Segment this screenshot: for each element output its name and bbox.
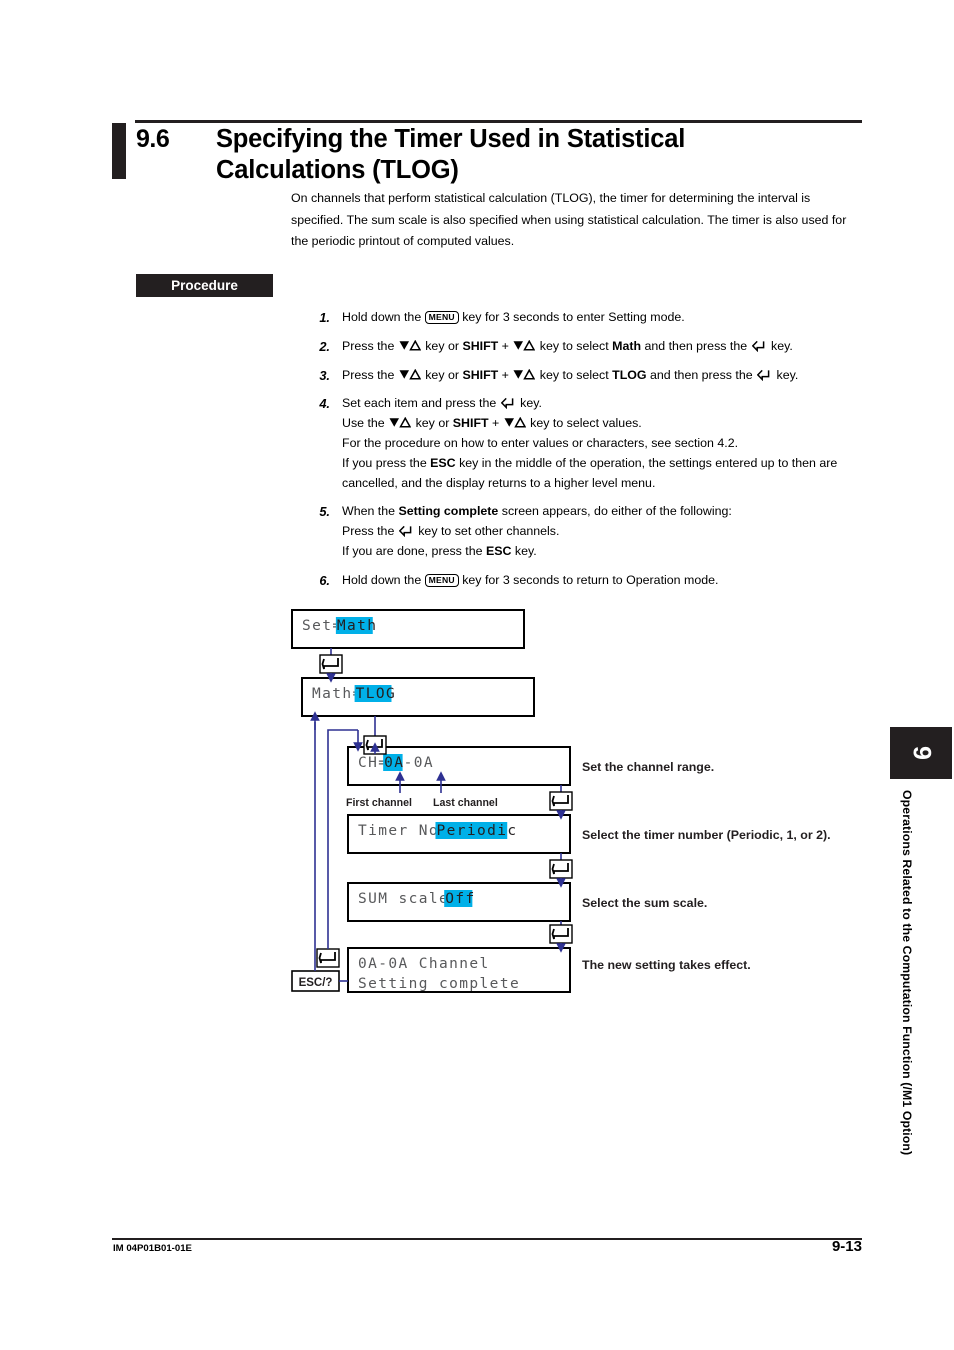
- enter-key-timer-to-sum: [549, 859, 573, 879]
- procedure-step: 3. Press the key or SHIFT + key to select…: [310, 366, 870, 386]
- step-text: Set each item and press the key. Use the …: [342, 396, 838, 490]
- note-timer-number: Select the timer number (Periodic, 1, or…: [582, 828, 831, 842]
- note-setting-effect: The new setting takes effect.: [582, 958, 751, 972]
- enter-key-icon: [500, 398, 514, 410]
- callout-last-channel: Last channel: [433, 797, 498, 809]
- heading-rule: [135, 120, 862, 123]
- screen-math-tlog: Math=TLOG: [301, 677, 535, 717]
- emphasis-text: Math: [612, 338, 642, 353]
- esc-key: ESC/?: [291, 970, 340, 992]
- procedure-step-list: 1. Hold down the MENU key for 3 seconds t…: [310, 308, 870, 600]
- step-text: Hold down the MENU key for 3 seconds to …: [342, 572, 719, 587]
- step-number: 4.: [319, 396, 330, 412]
- emphasis-text: SHIFT: [462, 338, 499, 353]
- screen-label: SUM scale=: [358, 891, 459, 907]
- down-up-triangle-icon: [513, 368, 536, 380]
- emphasis-text: ESC: [485, 543, 512, 558]
- step-number: 5.: [319, 504, 330, 520]
- screen-line: Setting complete: [358, 976, 520, 992]
- section-number: 9.6: [136, 125, 170, 153]
- down-up-triangle-icon: [504, 417, 526, 428]
- setting-flow-diagram: Set= Math Math= TLOG CH= 0A -0A Timer No= Period…: [280, 600, 880, 1000]
- enter-key-done-to-ch: [316, 948, 340, 968]
- emphasis-text: ESC: [430, 455, 456, 470]
- intro-paragraph: On channels that perform statistical cal…: [291, 191, 847, 248]
- screen-setting-complete: 0A-0A Channel Setting complete: [347, 947, 571, 993]
- procedure-badge: Procedure: [136, 274, 273, 297]
- emphasis-text: SHIFT: [452, 416, 489, 431]
- step-text: When the Setting complete screen appears…: [342, 504, 732, 558]
- step-number: 1.: [319, 310, 330, 325]
- step-text: Press the key or SHIFT + key to select M…: [342, 338, 793, 353]
- note-sum-scale: Select the sum scale.: [582, 896, 707, 910]
- step-number: 2.: [319, 338, 330, 354]
- enter-key-set-to-math: [319, 654, 343, 674]
- down-up-triangle-icon: [399, 368, 421, 380]
- screen-timer-no: Timer No=Periodic: [347, 814, 571, 854]
- enter-key-sum-to-done: [549, 924, 573, 944]
- emphasis-text: Setting complete: [398, 504, 499, 519]
- menu-key-icon: MENU: [424, 311, 459, 324]
- screen-value: TLOG: [356, 686, 397, 702]
- chapter-tab-label: Operations Related to the Computation Fu…: [900, 790, 914, 1156]
- footer-document-id: IM 04P01B01-01E: [113, 1243, 192, 1254]
- enter-key-icon: [751, 340, 764, 352]
- footer-page-number: 9-13: [831, 1238, 862, 1255]
- screen-value: Periodic: [436, 823, 517, 839]
- step-number: 3.: [319, 367, 330, 383]
- down-up-triangle-icon: [389, 417, 412, 428]
- heading-accent-bar: [112, 123, 126, 179]
- procedure-step: 1. Hold down the MENU key for 3 seconds t…: [310, 308, 870, 328]
- step-number: 6.: [319, 572, 330, 588]
- enter-key-ch-to-timer: [549, 791, 573, 811]
- screen-line: 0A-0A Channel: [358, 956, 490, 972]
- step-text: Press the key or SHIFT + key to select T…: [342, 367, 799, 382]
- procedure-step: 5. When the Setting complete screen appea…: [310, 502, 870, 561]
- down-up-triangle-icon: [513, 339, 536, 351]
- callout-first-channel: First channel: [346, 797, 412, 809]
- footer-rule: [112, 1238, 862, 1240]
- emphasis-text: SHIFT: [462, 367, 499, 382]
- procedure-step: 6. Hold down the MENU key for 3 seconds t…: [310, 571, 870, 591]
- enter-key-icon: [398, 526, 412, 538]
- screen-sum-scale: SUM scale=Off: [347, 882, 571, 922]
- enter-key-icon: [757, 369, 770, 381]
- esc-key-label: ESC/?: [299, 977, 333, 989]
- screen-suffix: -0A: [404, 755, 434, 771]
- down-up-triangle-icon: [399, 339, 421, 351]
- chapter-tab-number: 9: [907, 746, 936, 760]
- note-channel-range: Set the channel range.: [582, 760, 714, 774]
- screen-value: Math: [337, 618, 378, 634]
- procedure-step: 2. Press the key or SHIFT + key to select…: [310, 337, 870, 357]
- emphasis-text: TLOG: [612, 367, 647, 382]
- step-text: Hold down the MENU key for 3 seconds to …: [342, 310, 685, 324]
- screen-set-math: Set=Math: [291, 609, 525, 649]
- screen-value: 0A: [384, 755, 404, 771]
- procedure-step: 4. Set each item and press the key. Use th…: [310, 394, 870, 493]
- page-title: Specifying the Timer Used in Statistical…: [216, 125, 686, 184]
- menu-key-icon: MENU: [424, 573, 459, 587]
- screen-value: Off: [445, 891, 475, 907]
